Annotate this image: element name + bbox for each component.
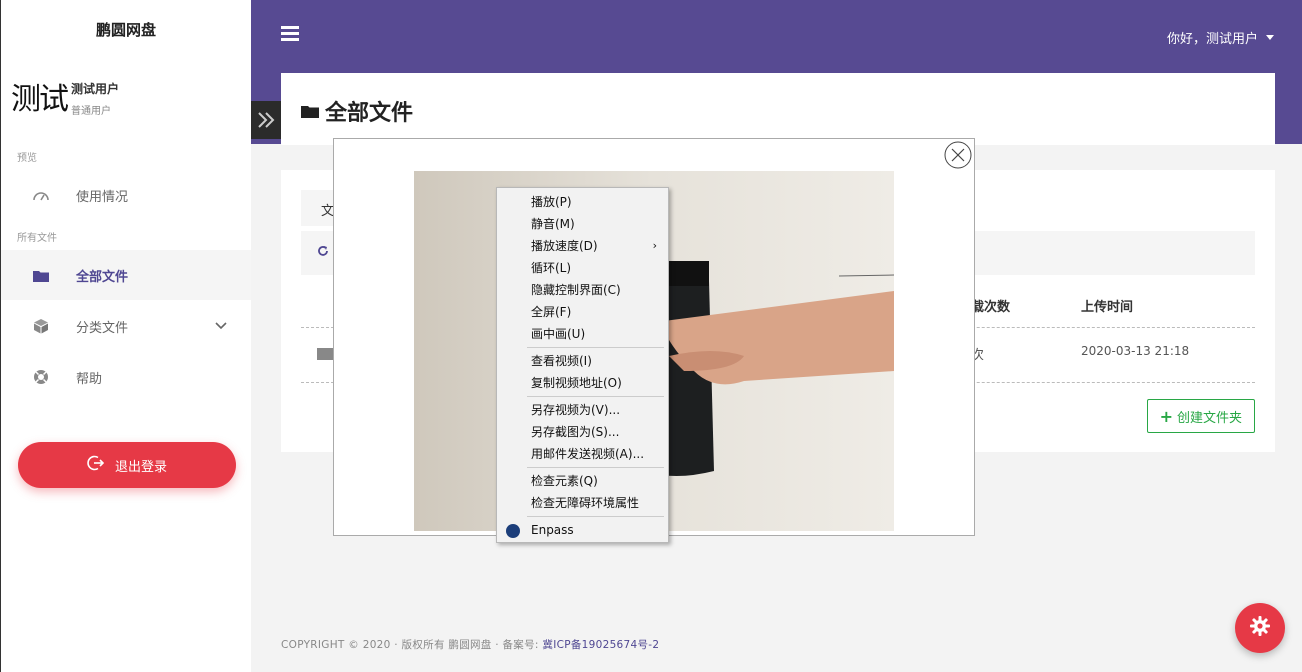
folder-icon [301,99,319,124]
sidebar: 鹏圆网盘 测试 测试用户 普通用户 预览 使用情况 所有文件 全部文件 分类文件… [0,0,251,672]
menu-item-inspect[interactable]: 检查元素(Q) [498,470,667,492]
create-folder-label: 创建文件夹 [1176,410,1242,426]
logout-label: 退出登录 [114,459,167,475]
menu-separator [527,516,664,517]
gear-icon [1249,615,1271,641]
icp-link[interactable]: 冀ICP备19025674号-2 [542,639,659,651]
page-title: 全部文件 [301,95,413,127]
user-menu[interactable]: 你好，测试用户 [1167,28,1274,47]
avatar: 测试 [11,82,69,117]
menu-item-picture-in-picture[interactable]: 画中画(U) [498,323,667,345]
plus-icon: + [1159,406,1173,426]
sidebar-item-label: 使用情况 [76,189,129,205]
chevron-down-icon [215,319,227,334]
section-label-files: 所有文件 [17,233,57,244]
section-label-preview: 预览 [17,153,37,164]
menu-item-playback-speed[interactable]: 播放速度(D) › [498,235,667,257]
cube-icon [31,316,51,336]
user-role: 普通用户 [71,106,111,117]
expand-sidebar-icon[interactable] [251,101,281,139]
menu-item-copy-video-url[interactable]: 复制视频地址(O) [498,372,667,394]
file-icon [317,348,333,360]
menu-item-mute[interactable]: 静音(M) [498,213,667,235]
menu-item-view-video[interactable]: 查看视频(I) [498,350,667,372]
logout-button[interactable]: 退出登录 [18,442,236,488]
gauge-icon [31,185,51,205]
caret-down-icon [1266,35,1274,40]
settings-button[interactable] [1235,603,1285,653]
menu-separator [527,347,664,348]
context-menu: 播放(P) 静音(M) 播放速度(D) › 循环(L) 隐藏控制界面(C) 全屏… [496,187,669,543]
footer: COPYRIGHT © 2020 · 版权所有 鹏圆网盘 · 备案号: 冀ICP… [251,617,1302,672]
title-card: 全部文件 [281,73,1275,145]
close-icon[interactable] [944,141,972,169]
user-name: 测试用户 [71,82,120,96]
menu-toggle-icon[interactable] [281,26,299,41]
enpass-icon [506,524,520,538]
sidebar-item-help[interactable]: 帮助 [1,352,251,402]
menu-item-fullscreen[interactable]: 全屏(F) [498,301,667,323]
copyright-text: COPYRIGHT © 2020 · 版权所有 鹏圆网盘 · 备案号: [281,639,543,651]
menu-item-label: Enpass [531,523,574,537]
footer-text: COPYRIGHT © 2020 · 版权所有 鹏圆网盘 · 备案号: 冀ICP… [281,637,659,652]
column-header-downloads: 载次数 [971,300,1011,315]
page-title-text: 全部文件 [325,101,414,126]
brand-title: 鹏圆网盘 [95,21,156,39]
row-upload-time: 2020-03-13 21:18 [1081,344,1190,358]
refresh-icon[interactable] [317,245,329,261]
menu-separator [527,396,664,397]
column-header-upload-time: 上传时间 [1081,300,1134,315]
menu-item-hide-controls[interactable]: 隐藏控制界面(C) [498,279,667,301]
sidebar-item-label: 分类文件 [76,320,129,336]
sidebar-item-categories[interactable]: 分类文件 [1,301,251,351]
user-profile: 测试 测试用户 普通用户 [11,70,241,126]
lifebuoy-icon [31,367,51,387]
menu-item-enpass[interactable]: Enpass [498,519,667,541]
chevron-right-icon: › [652,239,657,252]
create-folder-button[interactable]: + 创建文件夹 [1146,399,1255,433]
menu-item-play[interactable]: 播放(P) [498,191,667,213]
menu-item-save-video[interactable]: 另存视频为(V)... [498,399,667,421]
menu-item-save-screenshot[interactable]: 另存截图为(S)... [498,421,667,443]
folder-icon [31,265,51,285]
menu-item-email-video[interactable]: 用邮件发送视频(A)... [498,443,667,465]
sidebar-item-all-files[interactable]: 全部文件 [1,250,251,300]
menu-separator [527,467,664,468]
sidebar-item-label: 帮助 [76,371,103,387]
menu-item-accessibility[interactable]: 检查无障碍环境属性 [498,492,667,514]
logout-icon [87,454,105,476]
greeting-text: 你好，测试用户 [1166,32,1258,47]
sidebar-item-usage[interactable]: 使用情况 [1,170,251,220]
sidebar-item-label: 全部文件 [76,269,129,285]
menu-item-loop[interactable]: 循环(L) [498,257,667,279]
menu-item-label: 播放速度(D) [531,239,598,253]
